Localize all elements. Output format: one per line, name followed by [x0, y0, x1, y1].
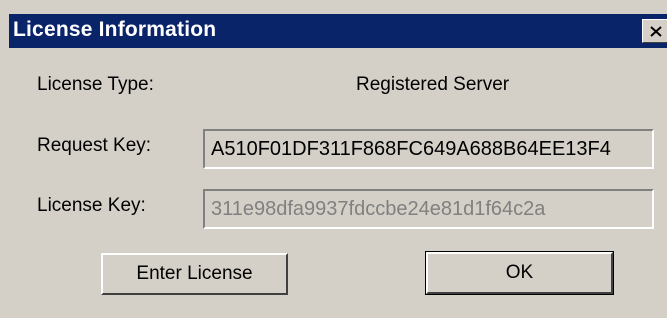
close-icon	[649, 25, 662, 37]
license-type-value: Registered Server	[356, 74, 510, 95]
title-bar[interactable]: License Information	[9, 14, 667, 48]
window-title: License Information	[13, 18, 217, 41]
license-key-label: License Key:	[37, 195, 146, 216]
close-button[interactable]	[642, 19, 667, 43]
license-key-field[interactable]: 311e98dfa9937fdccbe24e81d1f64c2a	[203, 189, 654, 229]
enter-license-button[interactable]: Enter License	[101, 253, 288, 295]
license-dialog: License Information License Type: Regist…	[0, 0, 667, 318]
request-key-field[interactable]: A510F01DF311F868FC649A688B64EE13F4	[203, 129, 654, 169]
request-key-label: Request Key:	[37, 135, 152, 156]
license-type-label: License Type:	[37, 74, 154, 95]
ok-button[interactable]: OK	[425, 251, 614, 295]
